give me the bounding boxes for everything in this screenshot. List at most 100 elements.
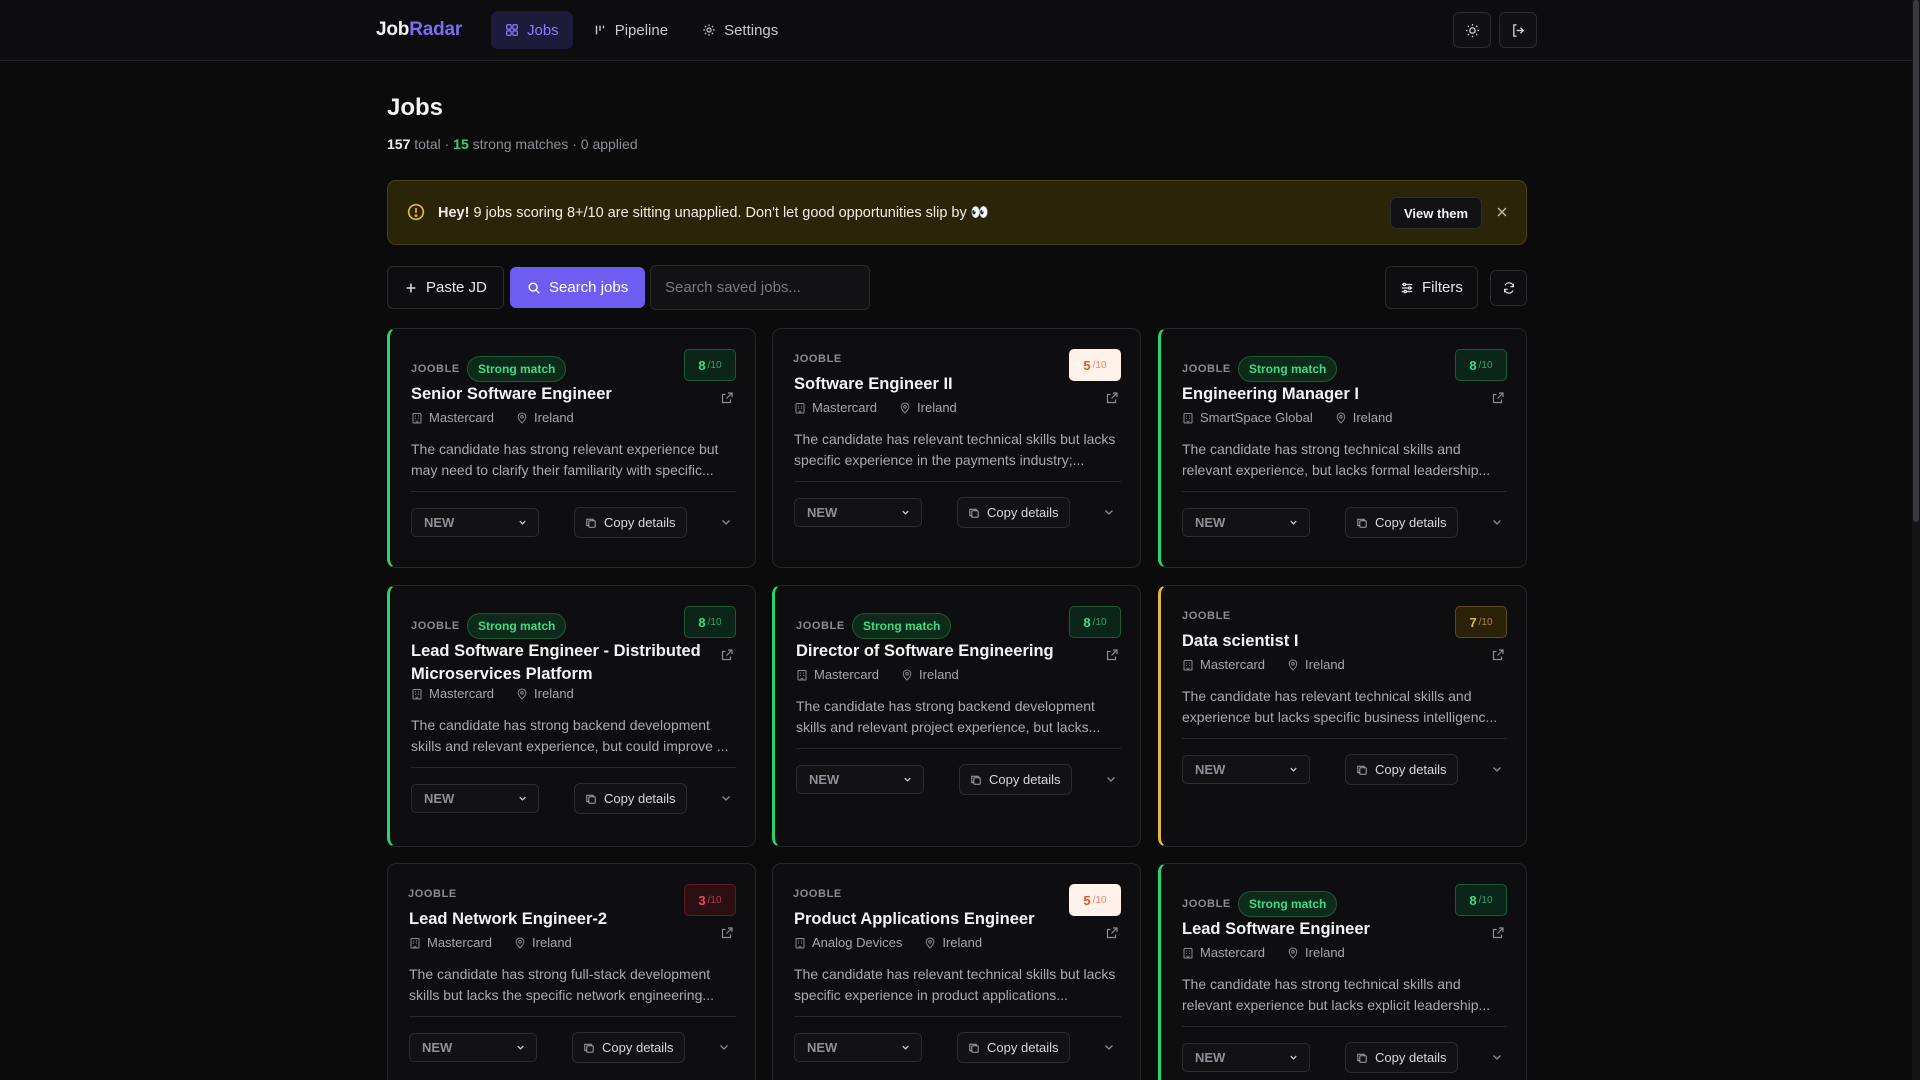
pipeline-icon [595, 25, 604, 35]
status-select[interactable]: NEW [794, 498, 922, 527]
copy-details-button[interactable]: Copy details [1345, 507, 1458, 538]
chevron-down-icon [519, 520, 526, 525]
expand-chevron-icon[interactable] [719, 791, 733, 805]
status-select[interactable]: NEW [794, 1033, 922, 1062]
status-select[interactable]: NEW [1182, 755, 1310, 784]
status-select[interactable]: NEW [796, 765, 924, 794]
search-saved-jobs-input[interactable] [650, 265, 870, 310]
match-summary: The candidate has relevant technical ski… [1182, 688, 1498, 725]
copy-icon [1357, 765, 1367, 775]
filters-button[interactable]: Filters [1385, 266, 1478, 309]
score-value: 3 [698, 892, 706, 908]
expand-chevron-icon[interactable] [1490, 762, 1504, 776]
expand-chevron-icon[interactable] [717, 1040, 731, 1054]
job-card[interactable]: JOOBLE Strong match 8/10 Lead Software Engi… [1158, 863, 1527, 1080]
match-summary: The candidate has strong technical skill… [1182, 976, 1491, 1013]
nav-item-jobs[interactable]: Jobs [491, 11, 573, 49]
close-icon[interactable] [1494, 204, 1510, 220]
job-source: JOOBLE [408, 888, 457, 900]
score-value: 5 [1083, 892, 1091, 908]
job-title[interactable]: Software Engineer II [794, 373, 1094, 396]
status-value: NEW [424, 791, 455, 806]
logout-button[interactable] [1499, 12, 1537, 48]
job-card[interactable]: JOOBLE 5/10 Software Engineer II Mastercard… [772, 328, 1141, 568]
job-card[interactable]: JOOBLE Strong match 8/10 Senior Software En… [387, 328, 756, 568]
copy-details-label: Copy details [1375, 1050, 1447, 1065]
external-link-icon[interactable] [720, 391, 734, 405]
external-link-icon[interactable] [1105, 648, 1119, 662]
status-value: NEW [424, 515, 455, 530]
copy-details-button[interactable]: Copy details [574, 507, 687, 538]
copy-details-button[interactable]: Copy details [957, 1032, 1070, 1063]
job-title[interactable]: Director of Software Engineering [796, 640, 1096, 663]
job-title[interactable]: Lead Software Engineer [1182, 918, 1482, 941]
expand-chevron-icon[interactable] [1102, 1040, 1116, 1054]
copy-details-button[interactable]: Copy details [574, 783, 687, 814]
match-summary: The candidate has strong technical skill… [1182, 441, 1491, 478]
expand-chevron-icon[interactable] [1490, 515, 1504, 529]
job-source: JOOBLE [793, 353, 842, 365]
score-value: 7 [1469, 614, 1477, 630]
copy-details-button[interactable]: Copy details [572, 1032, 685, 1063]
building-icon [410, 937, 420, 948]
copy-details-label: Copy details [989, 772, 1061, 787]
external-link-icon[interactable] [1491, 648, 1505, 662]
job-card[interactable]: JOOBLE 3/10 Lead Network Engineer-2 Masterc… [387, 863, 756, 1080]
job-title[interactable]: Lead Network Engineer-2 [409, 908, 709, 931]
status-select[interactable]: NEW [1182, 508, 1310, 537]
score-suffix: /10 [1478, 359, 1493, 371]
theme-toggle-button[interactable] [1453, 12, 1491, 48]
external-link-icon[interactable] [1105, 391, 1119, 405]
search-jobs-button[interactable]: Search jobs [510, 267, 646, 308]
status-value: NEW [422, 1040, 453, 1055]
location-pin-icon [517, 688, 527, 700]
job-title[interactable]: Data scientist I [1182, 630, 1482, 653]
chevron-down-icon [904, 777, 911, 782]
job-card[interactable]: JOOBLE Strong match 8/10 Lead Software Engi… [387, 585, 756, 847]
external-link-icon[interactable] [720, 648, 734, 662]
expand-chevron-icon[interactable] [1490, 1050, 1504, 1064]
copy-details-button[interactable]: Copy details [1345, 754, 1458, 785]
job-card[interactable]: JOOBLE Strong match 8/10 Engineering Manage… [1158, 328, 1527, 568]
page-scrollbar[interactable] [1912, 0, 1920, 1080]
chevron-down-icon [517, 1045, 524, 1050]
external-link-icon[interactable] [1491, 391, 1505, 405]
paste-jd-button[interactable]: Paste JD [387, 266, 504, 309]
copy-details-button[interactable]: Copy details [957, 497, 1070, 528]
external-link-icon[interactable] [1105, 926, 1119, 940]
copy-details-button[interactable]: Copy details [1345, 1042, 1458, 1073]
job-title[interactable]: Lead Software Engineer - Distributed Mic… [411, 640, 711, 686]
unapplied-alert-banner: Hey! 9 jobs scoring 8+/10 are sitting un… [387, 180, 1527, 245]
external-link-icon[interactable] [720, 926, 734, 940]
view-them-button[interactable]: View them [1390, 197, 1483, 229]
score-suffix: /10 [707, 894, 722, 906]
job-title[interactable]: Product Applications Engineer [794, 908, 1094, 931]
card-divider [409, 1016, 736, 1017]
copy-icon [971, 775, 981, 785]
app-logo[interactable]: JobRadar [376, 19, 462, 41]
nav-item-pipeline[interactable]: Pipeline [579, 11, 682, 49]
status-select[interactable]: NEW [411, 508, 539, 537]
expand-chevron-icon[interactable] [719, 515, 733, 529]
job-title[interactable]: Engineering Manager I [1182, 383, 1482, 406]
refresh-button[interactable] [1490, 270, 1527, 306]
location-pin-icon [515, 937, 525, 949]
status-select[interactable]: NEW [411, 784, 539, 813]
external-link-icon[interactable] [1491, 926, 1505, 940]
status-select[interactable]: NEW [1182, 1043, 1310, 1072]
job-card[interactable]: JOOBLE 7/10 Data scientist I Mastercard Irel… [1158, 585, 1527, 847]
expand-chevron-icon[interactable] [1102, 505, 1116, 519]
scrollbar-thumb[interactable] [1913, 0, 1919, 522]
copy-details-button[interactable]: Copy details [959, 764, 1072, 795]
top-nav-bar: JobRadar Jobs Pipeline Settings [0, 0, 1912, 61]
status-select[interactable]: NEW [409, 1033, 537, 1062]
nav-item-settings[interactable]: Settings [688, 11, 792, 49]
building-icon [412, 688, 422, 699]
job-card[interactable]: JOOBLE Strong match 8/10 Director of Softwa… [772, 585, 1141, 847]
expand-chevron-icon[interactable] [1104, 772, 1118, 786]
job-title[interactable]: Senior Software Engineer [411, 383, 711, 406]
company-name: Mastercard [814, 667, 880, 682]
job-card[interactable]: JOOBLE 5/10 Product Applications Engineer A… [772, 863, 1141, 1080]
copy-details-label: Copy details [604, 515, 676, 530]
company-name: Mastercard [812, 400, 878, 415]
